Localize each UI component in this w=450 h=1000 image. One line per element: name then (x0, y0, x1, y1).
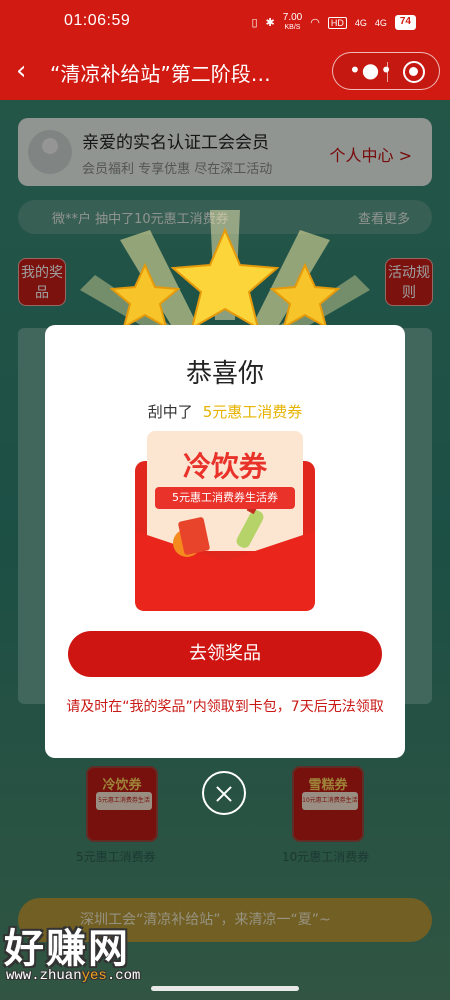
star-left-icon (109, 262, 181, 330)
capsule-divider (387, 62, 388, 82)
red-envelope-coupon: 冷饮券 5元惠工消费券生活券 (135, 431, 315, 611)
status-icons: ▯ ✱ 7.00 KB/S ◠ HD 4G 4G 74 (251, 13, 416, 32)
watermark: 好赚网 www.zhuanyes.com (0, 916, 200, 986)
claim-tip: 请及时在“我的奖品”内领取到卡包，7天后无法领取 (66, 699, 384, 715)
watermark-brand: 好赚网 (4, 926, 130, 972)
vibrate-icon: ▯ (251, 17, 258, 29)
signal-1: 4G (354, 17, 367, 28)
close-program-icon[interactable] (403, 61, 425, 83)
modal-title: 恭喜你 (185, 359, 264, 389)
back-arrow-icon[interactable]: ‹ (16, 58, 26, 84)
bluetooth-icon: ✱ (265, 17, 275, 29)
home-indicator[interactable] (151, 986, 299, 991)
watermark-url: www.zhuanyes.com (6, 968, 141, 984)
star-right-icon (269, 262, 341, 330)
signal-2: 4G (374, 17, 387, 28)
title-bar: ‹ “清凉补给站”第二阶段… •●• (0, 44, 450, 100)
won-line: 刮中了 5元惠工消费券 (45, 401, 405, 422)
wifi-icon: ◠ (310, 17, 320, 29)
net-speed: 7.00 KB/S (282, 12, 303, 32)
page-title: “清凉补给站”第二阶段… (50, 62, 271, 86)
star-center-icon (170, 227, 280, 331)
mini-program-capsule: •●• (332, 52, 440, 90)
coupon-sub-title: 5元惠工消费券生活券 (155, 487, 295, 509)
status-time: 01:06:59 (64, 12, 131, 29)
close-modal-icon[interactable] (202, 771, 246, 815)
battery-icon: 74 (394, 15, 416, 30)
prize-modal: 恭喜你 刮中了 5元惠工消费券 冷饮券 5元惠工消费券生活券 去领奖品 请及时在“… (45, 325, 405, 758)
claim-prize-button[interactable]: 去领奖品 (68, 631, 382, 677)
hd-badge: HD (327, 16, 347, 29)
status-bar: 01:06:59 ▯ ✱ 7.00 KB/S ◠ HD 4G 4G 74 (0, 0, 450, 44)
won-prize: 5元惠工消费券 (202, 403, 303, 421)
won-prefix: 刮中了 (147, 403, 193, 421)
coupon-big-title: 冷饮券 (182, 450, 267, 483)
